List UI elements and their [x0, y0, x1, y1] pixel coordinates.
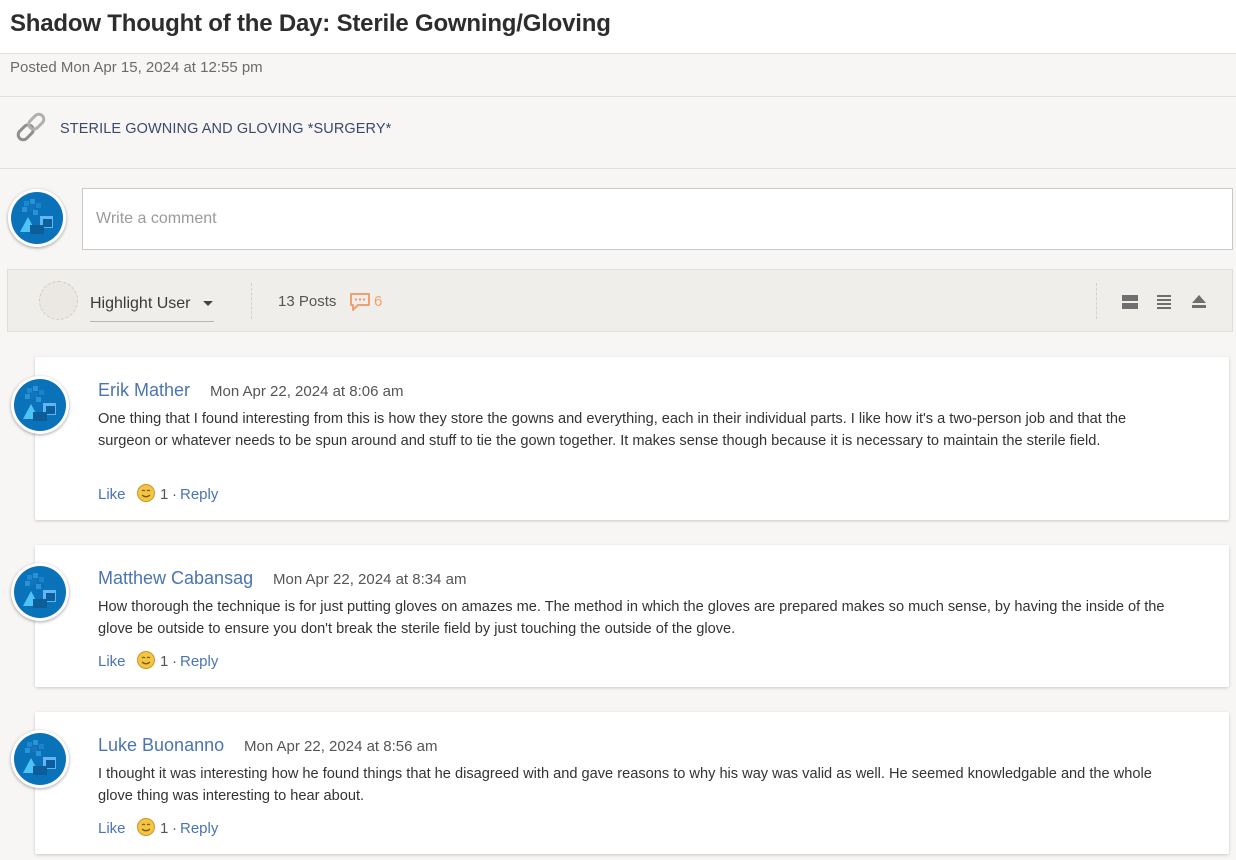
separator: ·	[172, 820, 177, 837]
chain-link-icon	[16, 112, 46, 142]
highlight-user-avatar-placeholder	[39, 281, 78, 320]
like-button[interactable]: Like	[98, 653, 126, 670]
posts-count: 13 Posts	[278, 293, 337, 310]
discussion-toolbar: Highlight User 13 Posts 6	[7, 269, 1233, 332]
expanded-view-icon[interactable]	[1121, 293, 1139, 311]
like-button[interactable]: Like	[98, 820, 126, 837]
toolbar-divider	[1096, 283, 1097, 319]
collapse-all-icon[interactable]	[1190, 293, 1208, 311]
reaction-count: 1	[160, 653, 169, 670]
author-avatar[interactable]	[11, 730, 69, 788]
attached-link[interactable]: STERILE GOWNING AND GLOVING *SURGERY*	[0, 97, 1236, 169]
reply-button[interactable]: Reply	[180, 820, 218, 837]
highlight-user-label: Highlight User	[90, 295, 191, 312]
toolbar-divider	[251, 283, 252, 319]
author-avatar[interactable]	[11, 563, 69, 621]
comment-text: One thing that I found interesting from …	[98, 411, 1127, 449]
reaction-count: 1	[160, 820, 169, 837]
title-bar: Shadow Thought of the Day: Sterile Gowni…	[0, 0, 1236, 54]
smiley-reaction-icon[interactable]	[136, 483, 156, 503]
list-view-icon[interactable]	[1155, 293, 1173, 311]
chevron-down-icon	[203, 301, 213, 306]
reaction-count: 1	[160, 486, 169, 503]
avatar-graphic	[14, 379, 66, 431]
smiley-reaction-icon[interactable]	[136, 817, 156, 837]
avatar-graphic	[8, 189, 66, 247]
smiley-reaction-icon[interactable]	[136, 650, 156, 670]
separator: ·	[172, 486, 177, 503]
comment-text: I thought it was interesting how he foun…	[98, 766, 1152, 804]
post-meta: Posted Mon Apr 15, 2024 at 12:55 pm	[0, 54, 1236, 97]
posted-date: Posted Mon Apr 15, 2024 at 12:55 pm	[10, 59, 263, 76]
reply-button[interactable]: Reply	[180, 486, 218, 503]
author-avatar[interactable]	[11, 376, 69, 434]
avatar-graphic	[14, 566, 66, 618]
comment-text: How thorough the technique is for just p…	[98, 599, 1165, 637]
like-button[interactable]: Like	[98, 486, 126, 503]
comment-date: Mon Apr 22, 2024 at 8:34 am	[273, 571, 467, 588]
comment-input[interactable]	[82, 188, 1233, 250]
reply-button[interactable]: Reply	[180, 653, 218, 670]
highlight-user-dropdown[interactable]: Highlight User	[90, 290, 214, 322]
comment-date: Mon Apr 22, 2024 at 8:06 am	[210, 383, 404, 400]
comment-author[interactable]: Matthew Cabansag	[98, 568, 253, 589]
page-title: Shadow Thought of the Day: Sterile Gowni…	[10, 10, 611, 37]
comment-author[interactable]: Erik Mather	[98, 380, 190, 401]
link-title[interactable]: STERILE GOWNING AND GLOVING *SURGERY*	[60, 121, 391, 137]
avatar-graphic	[14, 733, 66, 785]
comment-date: Mon Apr 22, 2024 at 8:56 am	[244, 738, 438, 755]
current-user-avatar	[8, 189, 66, 247]
comment-author[interactable]: Luke Buonanno	[98, 735, 224, 756]
unread-count: 6	[374, 293, 383, 310]
separator: ·	[172, 653, 177, 670]
comment-bubble-icon	[350, 293, 370, 311]
